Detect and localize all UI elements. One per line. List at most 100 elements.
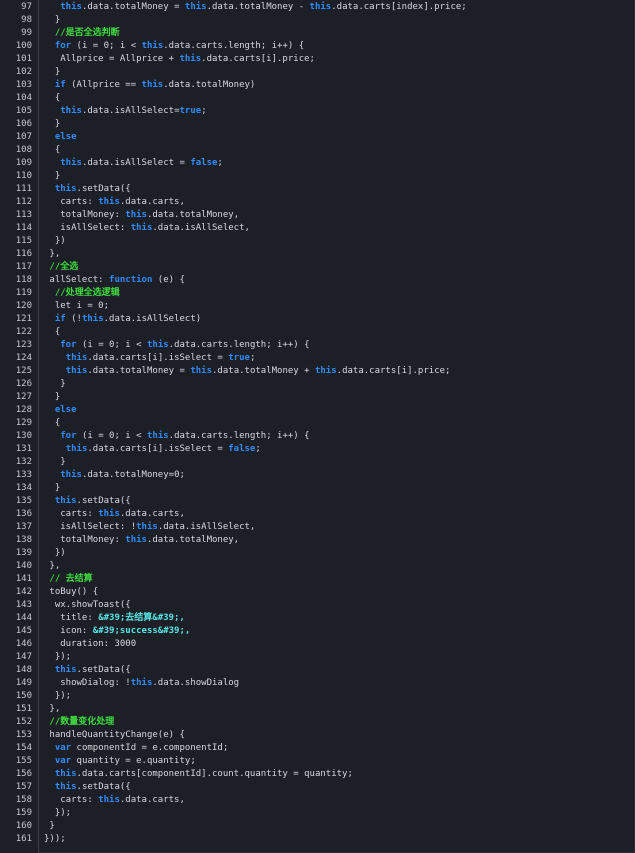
code-token-comment: //全选 xyxy=(49,262,79,272)
code-token-keyword: this xyxy=(54,665,77,675)
code-token: } xyxy=(44,457,66,467)
code-line: 110 } xyxy=(0,170,635,183)
code-token: isAllSelect: ! xyxy=(44,522,137,532)
code-line: 127 } xyxy=(0,391,635,404)
code-token: .data.isAllSelect, xyxy=(157,522,256,532)
code-token-keyword: this xyxy=(60,470,82,480)
code-text: })); xyxy=(44,833,66,846)
code-token: ; xyxy=(249,353,256,363)
code-token: .setData({ xyxy=(76,665,131,675)
line-number: 129 xyxy=(15,418,32,428)
code-token: })); xyxy=(44,834,66,844)
code-token: showDialog: ! xyxy=(44,678,131,688)
code-token-string: &#39;去结算&#39;, xyxy=(98,613,185,623)
code-token-keyword: this xyxy=(125,535,147,545)
code-line: 116 }, xyxy=(0,248,635,261)
code-token: } xyxy=(44,483,61,493)
code-line: 144 title: &#39;去结算&#39;, xyxy=(0,612,635,625)
line-number: 118 xyxy=(15,275,32,285)
code-token: carts: xyxy=(44,197,99,207)
code-text: showDialog: !this.data.showDialog xyxy=(44,677,239,690)
code-token: (Allprice == xyxy=(65,80,142,90)
code-token-comment: //是否全选判断 xyxy=(54,28,120,38)
code-token-comment: //处理全选逻辑 xyxy=(54,288,120,298)
line-number: 124 xyxy=(15,353,32,363)
code-token: { xyxy=(44,418,61,428)
line-number: 157 xyxy=(15,782,32,792)
code-token: .data.carts.length; i++) { xyxy=(168,340,310,350)
code-token: (! xyxy=(65,314,82,324)
code-text: isAllSelect: !this.data.isAllSelect, xyxy=(44,521,255,534)
code-line: 114 isAllSelect: this.data.isAllSelect, xyxy=(0,222,635,235)
code-token-keyword: false xyxy=(228,444,256,454)
code-line: 154 var componentId = e.componentId; xyxy=(0,742,635,755)
code-line: 97 this.data.totalMoney = this.data.tota… xyxy=(0,1,635,14)
line-number: 116 xyxy=(15,249,32,259)
line-number: 149 xyxy=(15,678,32,688)
code-token: } xyxy=(44,119,61,129)
code-token-keyword: if xyxy=(54,314,66,324)
line-number: 139 xyxy=(15,548,32,558)
code-token: .data.totalMoney + xyxy=(212,366,315,376)
code-text: { xyxy=(44,92,60,105)
code-text: } xyxy=(44,820,54,833)
code-token-keyword: this xyxy=(141,41,164,51)
code-line: 151 }, xyxy=(0,703,635,716)
code-text: this.data.totalMoney = this.data.totalMo… xyxy=(44,1,466,14)
code-line: 156 this.data.carts[componentId].count.q… xyxy=(0,768,635,781)
code-token: }, xyxy=(44,561,61,571)
code-token: (i = 0; i < xyxy=(76,340,147,350)
code-line: 149 showDialog: !this.data.showDialog xyxy=(0,677,635,690)
code-text: } xyxy=(44,378,65,391)
line-number: 97 xyxy=(21,2,32,12)
code-token: }, xyxy=(44,704,61,714)
line-number: 117 xyxy=(15,262,32,272)
code-token: handleQuantityChange(e) { xyxy=(44,730,185,740)
line-number: 145 xyxy=(15,626,32,636)
code-token: .setData({ xyxy=(76,496,131,506)
code-token-keyword: this xyxy=(54,769,77,779)
code-token: .data.carts.length; i++) { xyxy=(163,41,305,51)
code-token: carts: xyxy=(44,795,99,805)
code-token-keyword: for xyxy=(54,41,72,51)
code-token: .data.carts[i].isSelect = xyxy=(87,353,229,363)
code-text: else xyxy=(44,131,77,144)
code-line: 107 else xyxy=(0,131,635,144)
code-token-keyword: this xyxy=(130,223,153,233)
code-line: 105 this.data.isAllSelect=true; xyxy=(0,105,635,118)
line-number: 158 xyxy=(15,795,32,805)
code-text: } xyxy=(44,14,60,27)
code-token: (i = 0; i < xyxy=(71,41,142,51)
code-line: 98 } xyxy=(0,14,635,27)
line-number: 142 xyxy=(15,587,32,597)
line-number: 99 xyxy=(21,28,32,38)
code-line: 142 toBuy() { xyxy=(0,586,635,599)
code-text: }, xyxy=(44,703,60,716)
code-line: 120 let i = 0; xyxy=(0,300,635,313)
code-token: duration: 3000 xyxy=(44,639,137,649)
code-text: //数量变化处理 xyxy=(44,716,114,729)
code-token: }) xyxy=(44,236,66,246)
code-line: 124 this.data.carts[i].isSelect = true; xyxy=(0,352,635,365)
code-text: var componentId = e.componentId; xyxy=(44,742,228,755)
code-line: 106 } xyxy=(0,118,635,131)
code-token-comment: // 去结算 xyxy=(49,574,93,584)
code-token: }); xyxy=(44,808,72,818)
code-editor[interactable]: 97 this.data.totalMoney = this.data.tota… xyxy=(0,0,635,853)
line-number: 150 xyxy=(15,691,32,701)
line-number: 105 xyxy=(15,106,32,116)
code-line: 132 } xyxy=(0,456,635,469)
code-token-keyword: false xyxy=(190,158,218,168)
code-token-keyword: this xyxy=(54,496,77,506)
code-line: 137 isAllSelect: !this.data.isAllSelect, xyxy=(0,521,635,534)
code-line: 115 }) xyxy=(0,235,635,248)
code-token: }); xyxy=(44,691,72,701)
code-line: 143 wx.showToast({ xyxy=(0,599,635,612)
